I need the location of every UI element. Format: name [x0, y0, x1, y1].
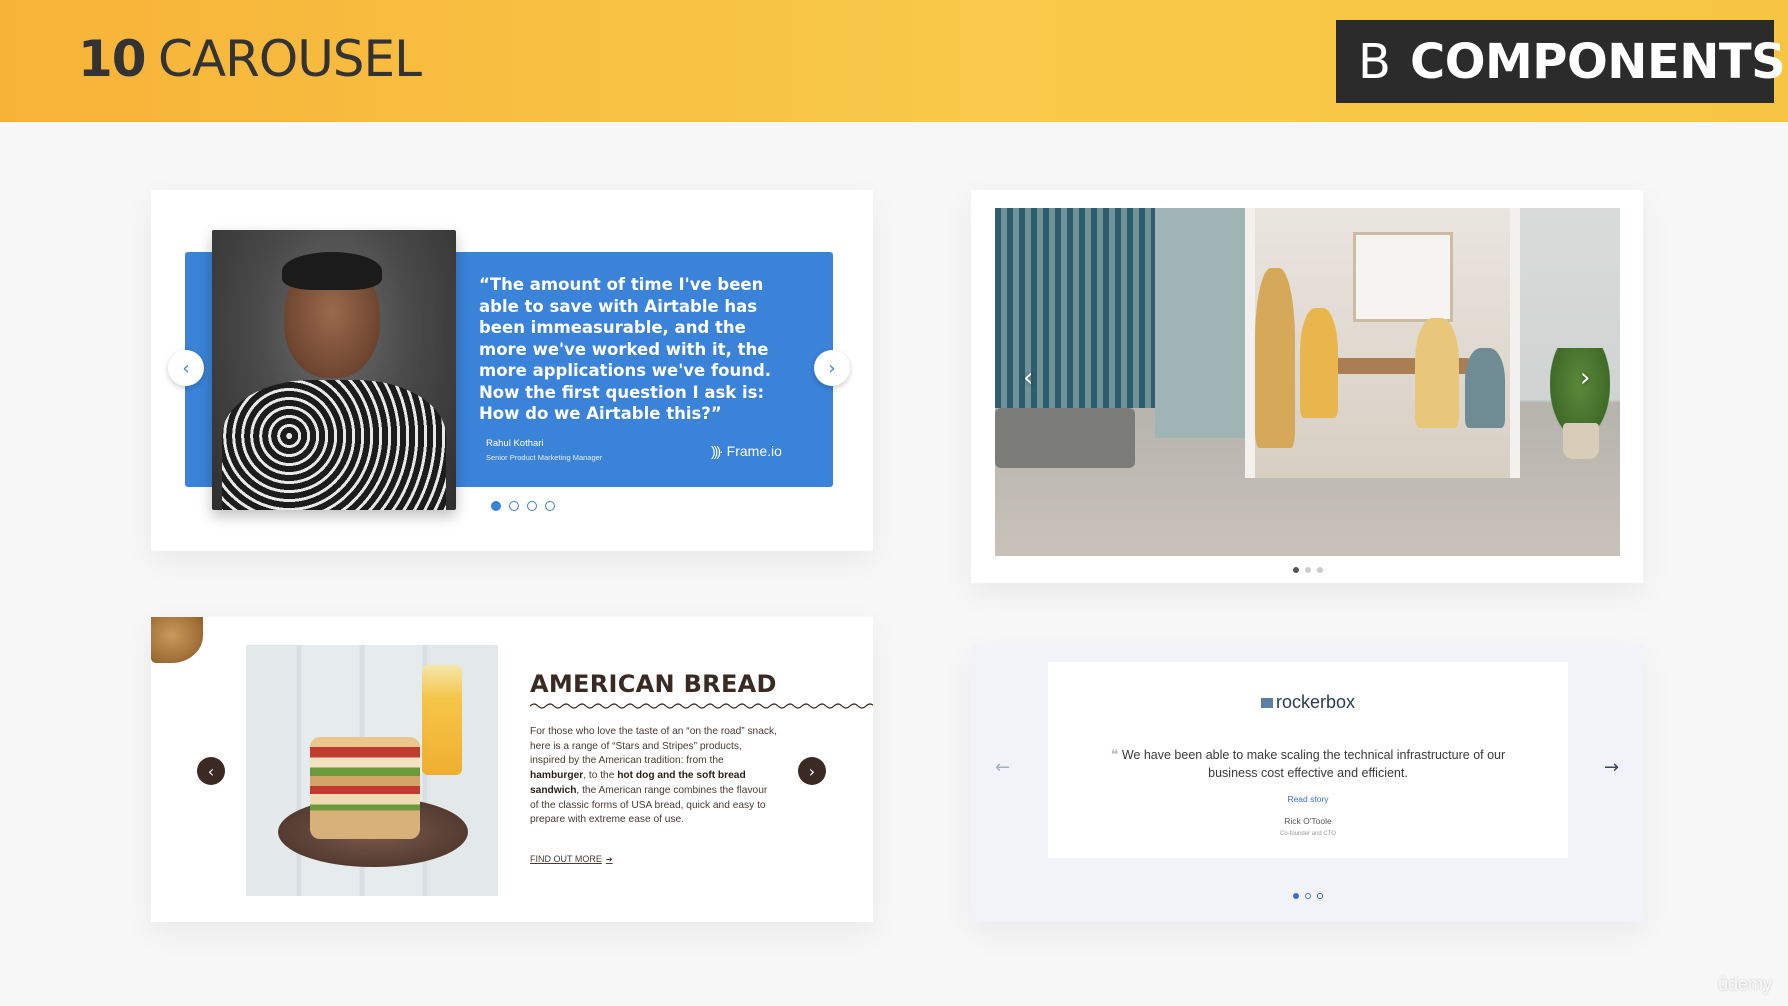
- chevron-left-icon: ‹: [207, 761, 215, 781]
- carousel-dots: [491, 501, 555, 511]
- company-logo-text: Frame.io: [726, 443, 782, 459]
- photo-carousel: ‹ ›: [971, 190, 1643, 583]
- arrow-left-icon: ←: [995, 757, 1011, 778]
- carousel-dot[interactable]: [1293, 567, 1299, 573]
- arrow-right-icon: →: [1604, 757, 1620, 778]
- testimonial-quote: “The amount of time I've been able to sa…: [479, 275, 772, 423]
- quote-icon: ❝: [1110, 746, 1119, 762]
- chevron-left-icon: ‹: [182, 357, 190, 379]
- testimonial-role: Co-founder and CTO: [1280, 831, 1336, 837]
- carousel-next-button[interactable]: ›: [798, 757, 826, 785]
- wavy-divider: [530, 703, 873, 709]
- carousel-dots: [1293, 567, 1323, 573]
- carousel-next-button[interactable]: ›: [814, 350, 850, 386]
- testimonial-role: Senior Product Marketing Manager: [486, 453, 603, 462]
- testimonial-carousel-airtable: “The amount of time I've been able to sa…: [151, 190, 873, 551]
- product-title: AMERICAN BREAD: [530, 670, 777, 698]
- carousel-dot[interactable]: [1293, 893, 1299, 899]
- carousel-prev-button[interactable]: ‹: [168, 350, 204, 386]
- carousel-dot[interactable]: [527, 501, 537, 511]
- carousel-prev-button[interactable]: ‹: [197, 757, 225, 785]
- company-logo-text: rockerbox: [1275, 692, 1356, 712]
- carousel-prev-button[interactable]: ‹: [1023, 363, 1033, 393]
- category-label: COMPONENTS: [1410, 34, 1786, 90]
- company-logo: rockerbox: [1048, 692, 1568, 713]
- category-badge: B COMPONENTS: [1336, 20, 1786, 103]
- chevron-right-icon: ›: [828, 357, 836, 379]
- section-title: CAROUSEL: [158, 30, 422, 88]
- header-banner: 10 CAROUSEL B COMPONENTS: [0, 0, 1788, 122]
- chevron-right-icon: ›: [808, 761, 816, 781]
- testimonial-card: rockerbox ❝ We have been able to make sc…: [1048, 662, 1568, 858]
- product-image: [246, 645, 498, 896]
- carousel-image: ‹ ›: [995, 208, 1620, 556]
- testimonial-carousel-rockerbox: rockerbox ❝ We have been able to make sc…: [971, 645, 1643, 922]
- rockerbox-icon: [1260, 697, 1273, 708]
- carousel-prev-button[interactable]: ←: [995, 757, 1010, 778]
- testimonial-quote: ❝ We have been able to make scaling the …: [1110, 746, 1506, 780]
- carousel-dot[interactable]: [509, 501, 519, 511]
- company-logo: )))· Frame.io: [711, 443, 782, 459]
- testimonial-photo: [212, 230, 456, 510]
- chevron-right-icon: ›: [1580, 363, 1591, 393]
- read-story-link[interactable]: Read story: [1048, 794, 1568, 804]
- carousel-dot[interactable]: [545, 501, 555, 511]
- carousel-dot[interactable]: [1305, 567, 1311, 573]
- udemy-watermark: ûdemy: [1718, 974, 1773, 994]
- frameio-icon: )))·: [711, 443, 724, 459]
- category-letter: B: [1358, 34, 1391, 90]
- carousel-next-button[interactable]: →: [1604, 757, 1619, 778]
- testimonial-author: Rick O'Toole: [1284, 816, 1332, 826]
- testimonial-author: Rahul Kothari: [486, 438, 544, 449]
- carousel-dot[interactable]: [491, 501, 501, 511]
- bread-decoration: [151, 617, 203, 663]
- carousel-next-button[interactable]: ›: [1580, 363, 1590, 393]
- carousel-dot[interactable]: [1317, 893, 1323, 899]
- find-out-more-link[interactable]: FIND OUT MORE ➔: [530, 854, 613, 864]
- product-carousel-bread: AMERICAN BREAD For those who love the ta…: [151, 617, 873, 922]
- arrow-right-icon: ➔: [605, 854, 613, 864]
- section-number: 10: [78, 30, 147, 88]
- product-description: For those who love the taste of an “on t…: [530, 726, 777, 826]
- chevron-left-icon: ‹: [1023, 363, 1034, 393]
- carousel-dot[interactable]: [1305, 893, 1311, 899]
- carousel-dots: [1293, 893, 1323, 899]
- carousel-dot[interactable]: [1317, 567, 1323, 573]
